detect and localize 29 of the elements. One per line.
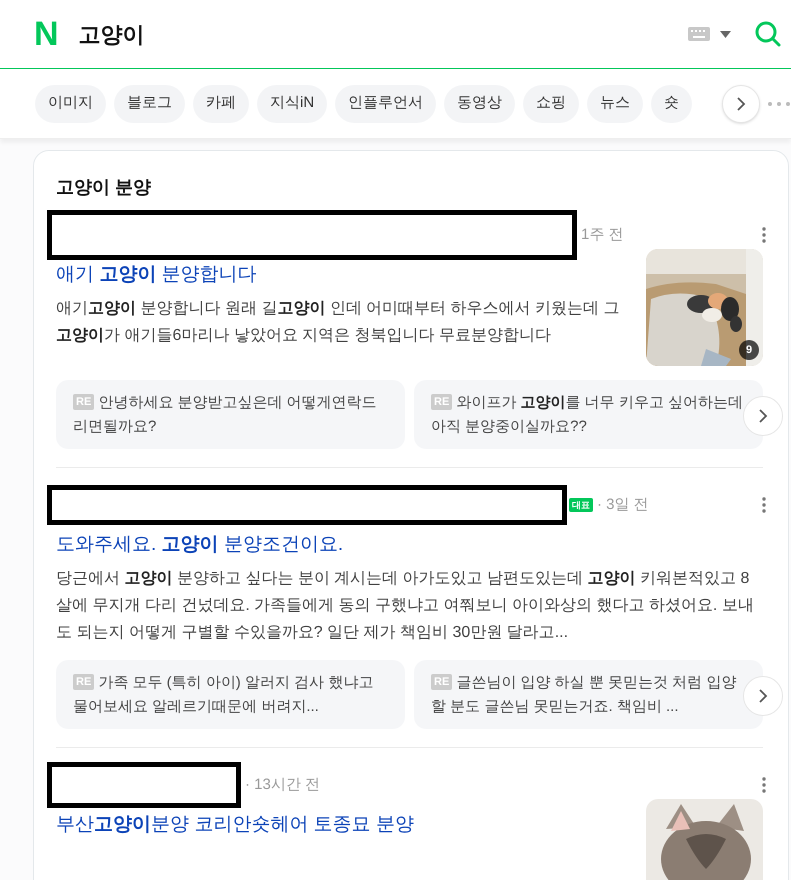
post-snippet: 애기고양이 분양합니다 원래 길고양이 인데 어미때부터 하우스에서 키웠는데 그고양이가 애기들6마리나 낳았어요 지역은 청북입니다 무료분양합니다 bbox=[56, 299, 621, 346]
category-tab[interactable]: 숏 bbox=[651, 84, 692, 122]
search-field[interactable]: 고양이 bbox=[78, 18, 688, 50]
kebab-menu-icon[interactable] bbox=[762, 227, 766, 243]
chevron-right-icon bbox=[758, 409, 768, 423]
post-time: · 13시간 전 bbox=[245, 774, 320, 795]
next-button[interactable] bbox=[722, 85, 760, 123]
section-title: 고양이 분양 bbox=[56, 176, 152, 199]
search-icon[interactable] bbox=[755, 21, 781, 47]
caret-icon[interactable] bbox=[720, 30, 731, 38]
chevron-right-icon bbox=[736, 97, 746, 111]
kebab-menu-icon[interactable] bbox=[762, 497, 766, 513]
post-title-link[interactable]: 부산고양이분양 코리안숏헤어 토종묘 분양 bbox=[56, 811, 632, 839]
category-tab[interactable]: 지식iN bbox=[257, 84, 328, 122]
category-tab[interactable]: 쇼핑 bbox=[523, 84, 580, 122]
post-title-link[interactable]: 도와주세요. 고양이 분양조건이요. bbox=[56, 531, 763, 559]
post-time: · 3일 전 bbox=[597, 494, 649, 515]
category-tab[interactable]: 블로그 bbox=[114, 84, 185, 122]
category-tab[interactable]: 뉴스 bbox=[587, 84, 644, 122]
post-title-link[interactable]: 애기 고양이 분양합니다 bbox=[56, 261, 632, 289]
representative-badge: 대표 bbox=[569, 498, 593, 512]
category-tab[interactable]: 동영상 bbox=[444, 84, 516, 122]
category-tab[interactable]: 인플루언서 bbox=[335, 84, 436, 122]
category-tab[interactable]: 카페 bbox=[193, 84, 249, 122]
post-snippet: 당근에서 고양이 분양하고 싶다는 분이 계시는데 아가도있고 남편도있는데 고양이 키워본적있고 8살에 무지개 다리 건넜데요. 가족들에게 동의 구했냐고 여쭤보니 아이와상의 했다고 하셨어요. 보내도 되는지 어떻게 구별할 수있을까요? 일단 제가 책임비 30만원 달라고... bbox=[56, 569, 755, 643]
chevron-right-icon bbox=[758, 689, 768, 703]
kebab-menu-icon[interactable] bbox=[762, 777, 766, 793]
category-tab[interactable]: 이미지 bbox=[35, 84, 106, 122]
post-time: 1주 전 bbox=[581, 224, 624, 245]
